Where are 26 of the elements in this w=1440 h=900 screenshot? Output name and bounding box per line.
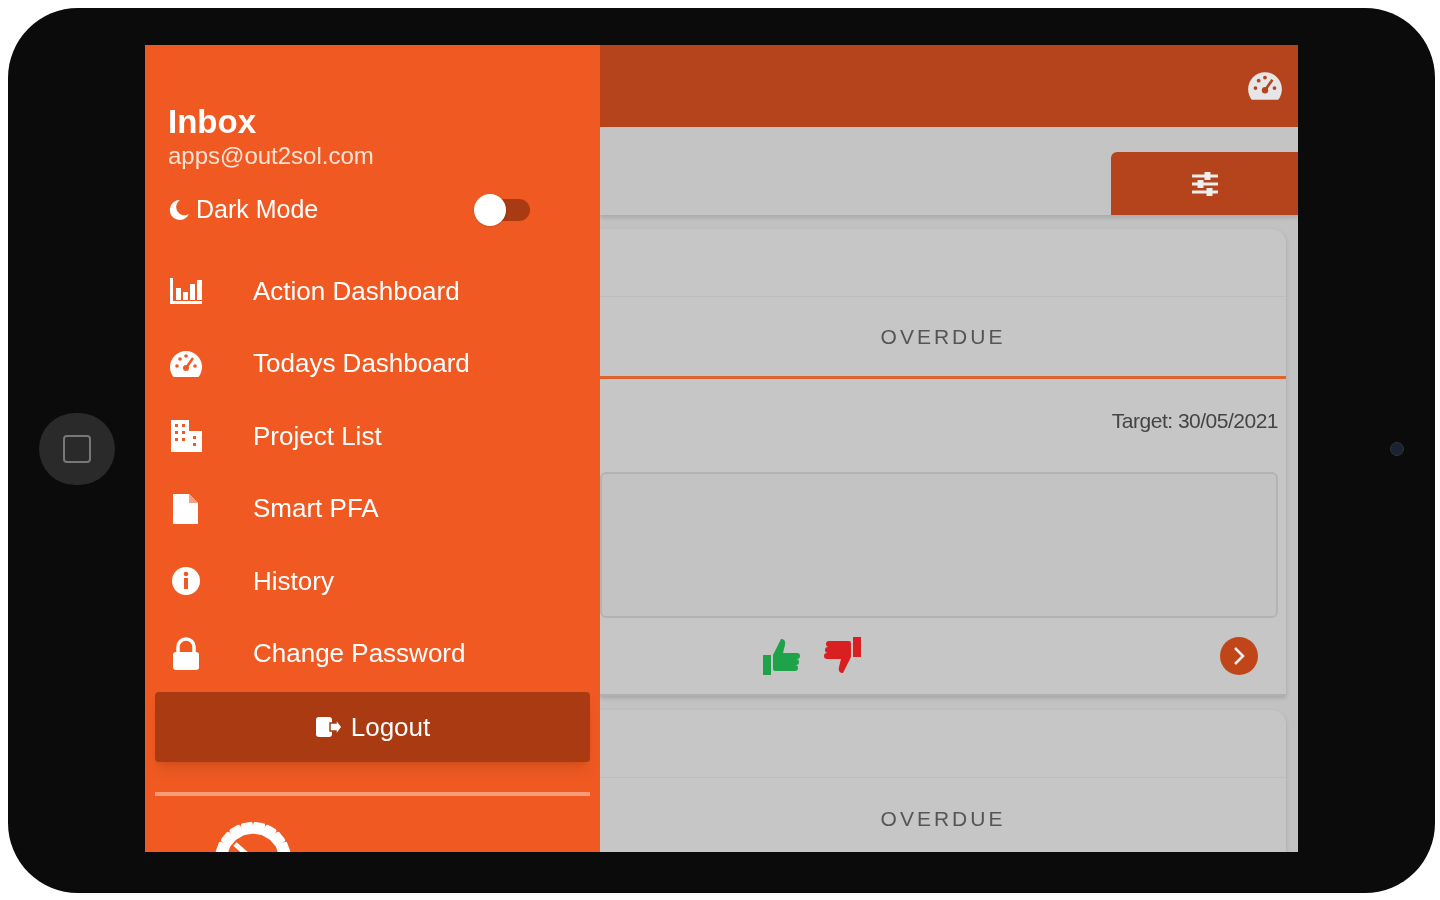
drawer-title: Inbox [168,103,257,141]
logo-mark-icon [213,820,293,852]
logout-button[interactable]: Logout [155,692,590,762]
menu-item[interactable]: Change Password [168,617,577,690]
target-date: Target: 30/05/2021 [1111,408,1278,434]
chevron-right-icon [1232,646,1246,666]
dark-mode-toggle[interactable] [474,194,530,226]
sliders-icon [1189,171,1220,196]
logout-icon [314,715,343,739]
moon-icon [168,198,190,222]
menu-item[interactable]: Action Dashboard [168,255,577,328]
status-label: OVERDUE [880,806,1006,833]
menu-item[interactable]: Project List [168,400,577,473]
next-button[interactable] [1220,637,1258,675]
bar-chart-icon [168,276,204,307]
gauge-icon[interactable] [1246,70,1284,102]
dark-mode-label: Dark Mode [196,194,320,226]
comment-field[interactable] [600,472,1278,618]
account-email: apps@out2sol.com [168,141,375,171]
status-label: OVERDUE [880,323,1006,350]
menu-item[interactable]: History [168,545,577,618]
gauge-icon [168,348,204,379]
menu-item[interactable]: Smart PFA [168,472,577,545]
menu-item[interactable]: Todays Dashboard [168,327,577,400]
filter-button[interactable] [1111,152,1298,215]
building-icon [168,419,204,454]
